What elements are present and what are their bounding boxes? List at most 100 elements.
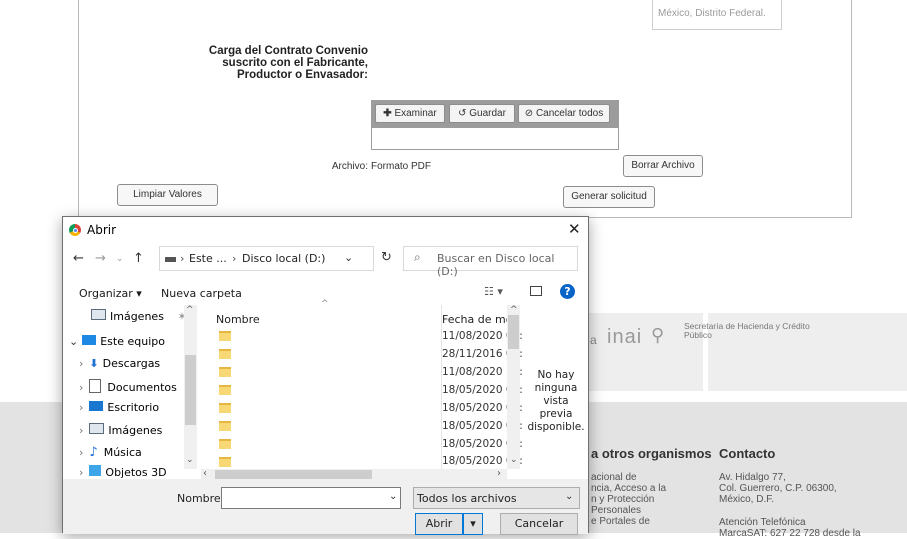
cancelar-todos-button[interactable]: ⊘ Cancelar todos <box>518 104 610 123</box>
recent-chevron-icon[interactable]: ⌄ <box>116 254 124 264</box>
new-folder-button[interactable]: Nueva carpeta <box>161 287 242 300</box>
help-icon[interactable]: ? <box>560 284 575 299</box>
filename-dropdown-icon[interactable]: ⌄ <box>389 491 397 502</box>
tree-label: Objetos 3D <box>105 466 167 479</box>
cube-icon <box>89 465 102 476</box>
tree-label: Escritorio <box>107 401 160 414</box>
org-line[interactable]: n y Protección <box>591 494 666 505</box>
folder-icon[interactable] <box>219 457 231 467</box>
tree-item-downloads[interactable]: › ⬇ Descargas <box>79 357 160 377</box>
limpiar-valores-button[interactable]: Limpiar Valores <box>117 184 218 206</box>
forward-arrow-icon[interactable]: → <box>95 251 106 266</box>
open-file-dialog: Abrir ✕ ← → ⌄ ↑ › Este ... › Disco local… <box>62 216 589 535</box>
shcp-logo-box[interactable]: Secretaría de Hacienda y Crédito Público <box>684 313 907 391</box>
preview-pane-message: No hay ninguna vista previa disponible. <box>527 369 585 433</box>
generar-solicitud-button[interactable]: Generar solicitud <box>563 186 655 208</box>
scroll-left-icon[interactable]: ‹ <box>203 468 207 479</box>
tree-item-pictures-pinned[interactable]: Imágenes ✶ <box>91 309 187 329</box>
breadcrumb-drive[interactable]: Disco local (D:) <box>242 252 325 265</box>
phone-label: Atención Telefónica <box>719 517 806 528</box>
scroll-right-icon[interactable]: › <box>497 468 501 479</box>
scroll-up-icon[interactable]: ^ <box>510 305 518 315</box>
organize-menu[interactable]: Organizar ▾ <box>79 287 142 300</box>
breadcrumb-separator: › <box>232 252 237 265</box>
tree-label: Imágenes <box>108 424 163 437</box>
folder-icon[interactable] <box>219 349 231 359</box>
download-icon: ⬇ <box>89 357 99 370</box>
folder-icon[interactable] <box>219 421 231 431</box>
drive-icon <box>165 257 176 262</box>
nav-scroll-thumb[interactable] <box>185 355 196 425</box>
music-icon: ♪ <box>89 445 98 460</box>
close-icon[interactable]: ✕ <box>568 220 581 238</box>
expand-chevron-icon: ⌄ <box>69 335 79 348</box>
tree-item-music[interactable]: › ♪ Música <box>79 445 142 465</box>
preview-pane-icon[interactable] <box>530 286 542 296</box>
document-icon <box>89 379 102 393</box>
tree-item-pictures[interactable]: › Imágenes <box>79 423 162 443</box>
scroll-down-icon[interactable]: ⌄ <box>186 455 194 465</box>
address-text: México, Distrito Federal. <box>658 8 766 19</box>
filename-label: Nombre: <box>177 492 225 505</box>
list-scrollbar[interactable]: ^ ⌄ <box>507 305 520 469</box>
org-line[interactable]: ncia, Acceso a la <box>591 483 666 494</box>
back-arrow-icon[interactable]: ← <box>73 251 84 266</box>
scroll-up-icon[interactable]: ^ <box>186 305 194 315</box>
cancel-button[interactable]: Cancelar <box>500 513 578 535</box>
org-line[interactable]: Personales <box>591 505 666 516</box>
folder-icon[interactable] <box>219 331 231 341</box>
breadcrumb-this-pc[interactable]: Este ... <box>189 252 227 265</box>
address-box: México, Distrito Federal. <box>652 0 782 30</box>
contact-heading: Contacto <box>719 446 776 461</box>
collapse-chevron-icon: › <box>79 357 84 370</box>
collapse-chevron-icon: › <box>79 466 84 479</box>
folder-icon[interactable] <box>219 385 231 395</box>
address-bar[interactable]: › Este ... › Disco local (D:) ⌄ <box>159 246 374 271</box>
borrar-archivo-button[interactable]: Borrar Archivo <box>623 155 703 177</box>
tree-item-3d-objects[interactable]: › Objetos 3D <box>79 465 167 479</box>
tree-item-documents[interactable]: › Documentos <box>79 379 177 399</box>
pc-icon <box>82 335 97 345</box>
refresh-icon[interactable]: ↻ <box>381 250 392 265</box>
folder-icon[interactable] <box>219 439 231 449</box>
shcp-text: Secretaría de Hacienda y Crédito Público <box>684 321 810 340</box>
org-line[interactable]: e Portales de <box>591 516 666 527</box>
search-icon: ⌕ <box>414 250 421 264</box>
undo-icon: ↺ <box>458 108 467 119</box>
breadcrumb-separator: › <box>180 252 185 265</box>
up-arrow-icon[interactable]: ↑ <box>133 251 144 266</box>
inai-logo: inai <box>607 326 643 348</box>
dialog-title: Abrir <box>87 223 117 237</box>
open-options-button[interactable]: ▾ <box>463 513 483 535</box>
tree-label: Imágenes <box>110 310 164 323</box>
tree-item-this-pc[interactable]: ⌄ Este equipo <box>69 335 165 355</box>
filetype-select[interactable]: Todos los archivos ⌄ <box>413 487 580 509</box>
open-button[interactable]: Abrir <box>415 513 463 535</box>
guardar-button[interactable]: ↺ Guardar <box>449 104 515 123</box>
upload-drop-area[interactable] <box>371 127 619 150</box>
column-name-header[interactable]: Nombre <box>216 313 260 326</box>
scroll-down-icon[interactable]: ⌄ <box>510 455 518 465</box>
view-options-icon[interactable]: ☷ ▾ <box>484 285 503 298</box>
folder-icon[interactable] <box>219 403 231 413</box>
nav-scrollbar[interactable]: ^ ⌄ <box>184 305 197 469</box>
archivo-format: Formato PDF <box>371 161 432 172</box>
chrome-icon-center <box>72 227 78 233</box>
tree-item-desktop[interactable]: › Escritorio <box>79 401 159 421</box>
contact-block: Av. Hidalgo 77, Col. Guerrero, C.P. 0630… <box>719 472 837 505</box>
filename-input[interactable]: ⌄ <box>221 487 401 509</box>
examinar-button[interactable]: ✚ Examinar <box>375 104 445 123</box>
contact-line: México, D.F. <box>719 494 775 505</box>
phone-text: MarcaSAT: 627 22 728 desde la <box>719 528 861 539</box>
archivo-label: Archivo: <box>331 161 368 172</box>
filetype-dropdown-icon[interactable]: ⌄ <box>565 491 573 502</box>
split-arrow-icon: ▾ <box>470 517 476 530</box>
tree-label: Descargas <box>102 357 161 370</box>
search-input[interactable]: ⌕ Buscar en Disco local (D:) <box>403 246 578 278</box>
address-dropdown-icon[interactable]: ⌄ <box>344 251 353 264</box>
folder-icon[interactable] <box>219 367 231 377</box>
org-line[interactable]: acional de <box>591 472 666 483</box>
plus-icon: ✚ <box>383 108 392 119</box>
navigation-pane: Imágenes ✶ ⌄ Este equipo › ⬇ Descargas › Doc… <box>63 305 198 479</box>
list-scroll-thumb[interactable] <box>508 315 519 349</box>
